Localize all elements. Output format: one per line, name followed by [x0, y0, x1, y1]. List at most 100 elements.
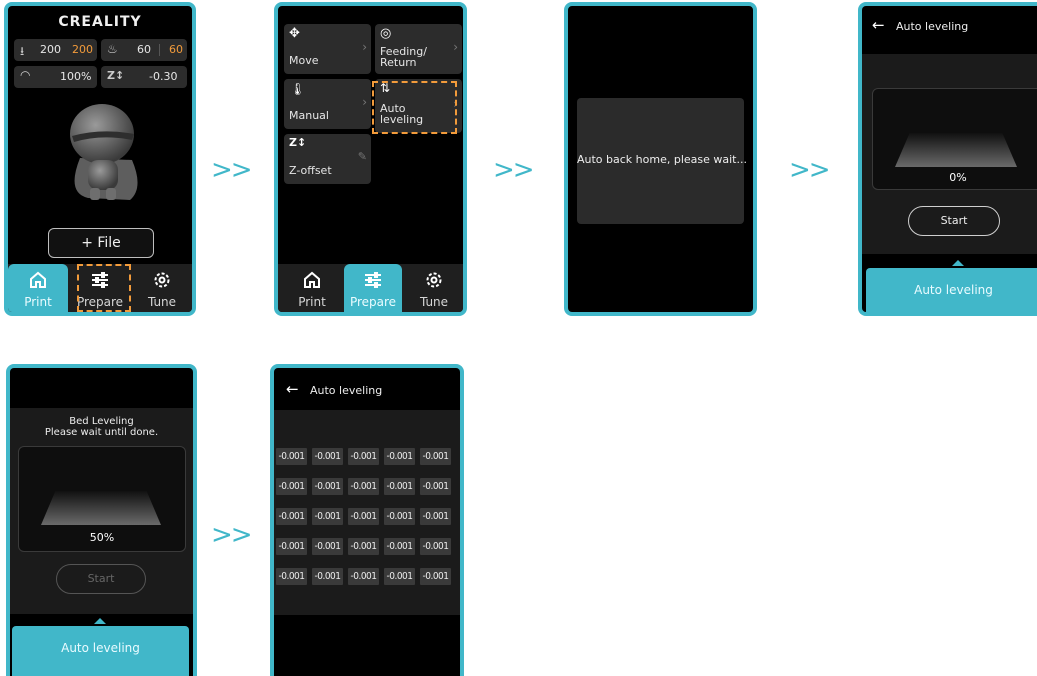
- mesh-cell: -0.001: [420, 508, 451, 525]
- screen-title: Auto leveling: [896, 20, 969, 33]
- screen-home: CREALITY ⭳ 200 200 ♨ 60 60 ◠ 100% Z↕ -0.…: [4, 2, 196, 316]
- screen-prepare: ✥ Move › ◎ Feeding/ Return › 🌡︎ Manual ›…: [274, 2, 467, 316]
- mesh-cell: -0.001: [348, 478, 379, 495]
- back-arrow-icon: ←: [872, 16, 885, 34]
- flow-arrow-2: >>: [493, 155, 535, 185]
- sliders-icon: [365, 272, 381, 288]
- back-button[interactable]: ← Auto leveling: [286, 378, 416, 402]
- move-icon: ✥: [289, 26, 300, 41]
- nozzle-current: 200: [40, 43, 61, 56]
- bed-target: 60: [169, 43, 183, 56]
- nav-print[interactable]: Print: [282, 264, 342, 312]
- manual-label: Manual: [289, 109, 329, 122]
- homing-message: Auto back home, please wait...: [577, 153, 747, 166]
- mesh-grid-panel: -0.001 -0.001 -0.001 -0.001 -0.001 -0.00…: [274, 410, 460, 615]
- mesh-cell: -0.001: [312, 448, 343, 465]
- speed-tile[interactable]: ◠ 100%: [14, 66, 97, 88]
- tile-move[interactable]: ✥ Move ›: [284, 24, 371, 74]
- flow-arrow-3: >>: [789, 155, 831, 185]
- nozzle-target: 200: [72, 43, 93, 56]
- mascot-image: [70, 104, 138, 200]
- tile-manual[interactable]: 🌡︎ Manual ›: [284, 79, 371, 129]
- start-button-label: Start: [87, 572, 115, 585]
- mesh-cell: -0.001: [276, 568, 307, 585]
- start-button[interactable]: Start: [908, 206, 1000, 236]
- speedometer-icon: ◠: [20, 68, 31, 82]
- tab-label: Auto leveling: [61, 641, 140, 655]
- zoffset-icon: Z↕: [289, 136, 307, 149]
- start-button-disabled[interactable]: Start: [56, 564, 146, 594]
- mesh-cell: -0.001: [348, 538, 379, 555]
- status-line-1: Bed Leveling: [69, 416, 134, 427]
- bottom-nav: Print Prepare Tune: [278, 264, 463, 312]
- nav-prepare[interactable]: Prepare: [344, 264, 402, 312]
- bed-preview: 0%: [872, 88, 1037, 190]
- mesh-cell: -0.001: [276, 448, 307, 465]
- gear-icon: [154, 272, 170, 288]
- tile-z-offset[interactable]: Z↕ Z-offset ✎: [284, 134, 371, 184]
- creality-logo: CREALITY: [58, 14, 142, 30]
- nav-tune[interactable]: Tune: [404, 264, 463, 312]
- zoffset-icon: Z↕: [107, 69, 125, 82]
- flow-arrow-4: >>: [211, 520, 253, 550]
- leveling-panel: Bed Leveling Please wait until done. 50%…: [10, 408, 193, 614]
- bed-current: 60: [137, 43, 151, 56]
- mesh-cell: -0.001: [312, 508, 343, 525]
- mesh-cell: -0.001: [384, 568, 415, 585]
- mesh-cell: -0.001: [420, 448, 451, 465]
- screen-homing: Auto back home, please wait...: [564, 2, 757, 316]
- z-offset-label: Z-offset: [289, 164, 332, 177]
- bed-temp-tile[interactable]: ♨ 60 60: [101, 39, 187, 61]
- back-arrow-icon: ←: [286, 380, 299, 398]
- mesh-grid: -0.001 -0.001 -0.001 -0.001 -0.001 -0.00…: [276, 448, 460, 598]
- feed-icon: ◎: [380, 26, 392, 41]
- file-button[interactable]: + File: [48, 228, 154, 258]
- mesh-cell: -0.001: [276, 478, 307, 495]
- mesh-cell: -0.001: [384, 448, 415, 465]
- zoffset-tile[interactable]: Z↕ -0.30: [101, 66, 187, 88]
- mesh-cell: -0.001: [420, 568, 451, 585]
- bed-preview: 50%: [18, 446, 186, 552]
- mesh-cell: -0.001: [384, 478, 415, 495]
- bed-icon: ♨: [107, 42, 118, 56]
- tab-auto-leveling[interactable]: Auto leveling: [12, 618, 189, 676]
- nav-print-label: Print: [298, 295, 326, 309]
- feeding-label: Feeding/ Return: [380, 45, 427, 69]
- leveling-panel: 0% Start: [862, 54, 1037, 254]
- mesh-cell: -0.001: [420, 478, 451, 495]
- bed-plate: [41, 491, 161, 525]
- speed-value: 100%: [60, 70, 92, 83]
- nav-print[interactable]: Print: [8, 264, 68, 312]
- file-button-label: + File: [81, 235, 121, 251]
- mesh-cell: -0.001: [276, 508, 307, 525]
- tile-feeding-return[interactable]: ◎ Feeding/ Return ›: [375, 24, 462, 74]
- back-button[interactable]: ← Auto leveling: [872, 14, 1002, 38]
- chevron-right-icon: ›: [362, 40, 367, 54]
- screen-title: Auto leveling: [310, 384, 383, 397]
- tab-auto-leveling[interactable]: Auto leveling: [866, 260, 1037, 312]
- mesh-cell: -0.001: [348, 508, 379, 525]
- nav-tune[interactable]: Tune: [132, 264, 192, 312]
- tab-notch: [952, 260, 964, 266]
- mesh-cell: -0.001: [312, 538, 343, 555]
- nozzle-icon: ⭳: [20, 44, 25, 58]
- mesh-cell: -0.001: [348, 448, 379, 465]
- zoffset-value: -0.30: [149, 70, 178, 83]
- screen-bed-leveling-progress: Bed Leveling Please wait until done. 50%…: [6, 364, 197, 676]
- nozzle-temp-tile[interactable]: ⭳ 200 200: [14, 39, 97, 61]
- prepare-highlight: [77, 264, 131, 312]
- flow-arrow-1: >>: [211, 155, 253, 185]
- move-label: Move: [289, 54, 319, 67]
- chevron-right-icon: ›: [362, 95, 367, 109]
- home-icon: [304, 271, 320, 288]
- mesh-cell: -0.001: [420, 538, 451, 555]
- nav-tune-label: Tune: [147, 295, 177, 309]
- nav-print-label: Print: [24, 295, 52, 309]
- nav-prepare-label: Prepare: [349, 295, 397, 309]
- screen-leveling-results: ← Auto leveling -0.001 -0.001 -0.001 -0.…: [270, 364, 464, 676]
- bed-plate: [895, 133, 1017, 167]
- progress-label: 50%: [89, 531, 115, 544]
- status-line-2: Please wait until done.: [44, 427, 159, 438]
- progress-label: 0%: [949, 171, 967, 184]
- pencil-icon: ✎: [357, 150, 367, 163]
